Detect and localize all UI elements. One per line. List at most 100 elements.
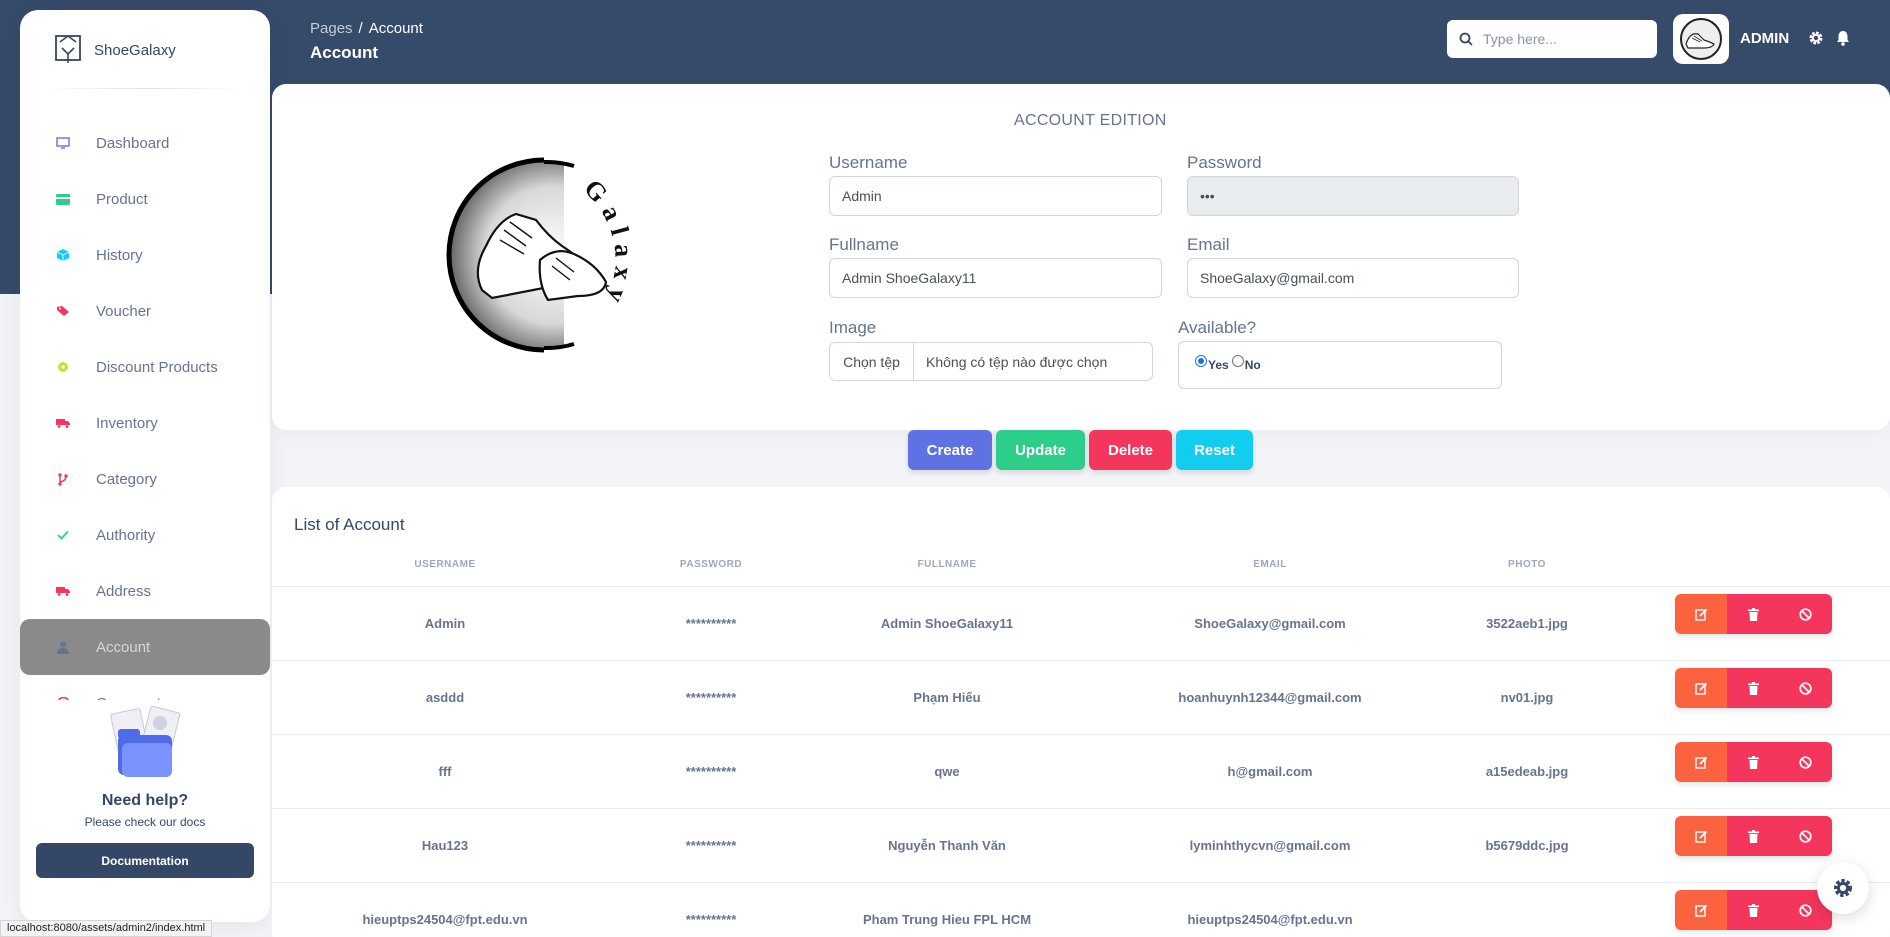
trash-icon: [1747, 829, 1759, 843]
sidebar-nav: Dashboard Product History Voucher Discount P…: [20, 115, 270, 705]
brand[interactable]: ShoeGalaxy: [54, 34, 176, 66]
edit-row-button[interactable]: [1675, 816, 1728, 856]
page-title: Account: [310, 43, 378, 62]
table-cell-password: **********: [685, 912, 737, 927]
column-header-username[interactable]: USERNAME: [414, 559, 475, 570]
row-action-group: [1675, 594, 1832, 634]
edit-row-button[interactable]: [1675, 668, 1728, 708]
disable-row-button[interactable]: [1779, 742, 1832, 782]
edit-row-button[interactable]: [1675, 594, 1728, 634]
edit-icon: [1694, 682, 1707, 695]
brand-logo-icon: [55, 35, 81, 63]
table-cell-email: ShoeGalaxy@gmail.com: [1194, 616, 1346, 631]
sidebar-item-dashboard[interactable]: Dashboard: [20, 115, 270, 171]
table-row-divider: [272, 882, 1890, 883]
search-icon: [1459, 32, 1473, 46]
create-button[interactable]: Create: [908, 430, 992, 470]
tag-icon: [52, 300, 74, 322]
available-yes-radio[interactable]: [1195, 355, 1207, 367]
ban-icon: [1799, 903, 1812, 917]
reset-button[interactable]: Reset: [1176, 430, 1253, 470]
password-input[interactable]: [1187, 176, 1519, 216]
monitor-icon: [52, 132, 74, 154]
table-cell-photo: a15edeab.jpg: [1485, 764, 1569, 779]
sidebar-item-label: Voucher: [96, 302, 152, 320]
email-input[interactable]: [1187, 258, 1519, 298]
sidebar-item-label: Authority: [96, 526, 156, 544]
table-cell-fullname: Pham Trung Hieu FPL HCM: [862, 912, 1032, 927]
row-action-group: [1675, 668, 1832, 708]
sidebar-item-product[interactable]: Product: [20, 171, 270, 227]
available-no-radio[interactable]: [1231, 355, 1244, 367]
help-card: Need help? Please check our docs Documen…: [20, 700, 270, 922]
circle-icon: [52, 356, 74, 378]
ban-icon: [1799, 755, 1812, 769]
branch-icon: [52, 468, 74, 490]
sidebar-item-voucher[interactable]: Voucher: [20, 283, 270, 339]
column-header-password[interactable]: PASSWORD: [680, 559, 742, 570]
sidebar-item-label: History: [96, 246, 143, 264]
delete-row-button[interactable]: [1727, 742, 1780, 782]
image-label: Image: [829, 318, 877, 337]
breadcrumb-separator: /: [358, 20, 363, 37]
sidebar-item-inventory[interactable]: Inventory: [20, 395, 270, 451]
row-action-group: [1675, 890, 1832, 930]
sidebar-item-discount-products[interactable]: Discount Products: [20, 339, 270, 395]
table-row-divider: [272, 586, 1890, 587]
sidebar-item-history[interactable]: History: [20, 227, 270, 283]
trash-icon: [1747, 903, 1759, 917]
username-input[interactable]: [829, 176, 1162, 216]
edit-icon: [1694, 756, 1707, 769]
sidebar-item-label: Dashboard: [96, 134, 170, 152]
edit-icon: [1694, 608, 1707, 621]
disable-row-button[interactable]: [1779, 668, 1832, 708]
breadcrumb: Pages / Account: [310, 20, 423, 37]
notification-bell-icon[interactable]: [1836, 30, 1850, 46]
sidebar-item-category[interactable]: Category: [20, 451, 270, 507]
edit-row-button[interactable]: [1675, 742, 1728, 782]
table-cell-photo: b5679ddc.jpg: [1485, 838, 1569, 853]
table-row-divider: [272, 660, 1890, 661]
help-title: Need help?: [101, 792, 189, 809]
delete-row-button[interactable]: [1727, 668, 1780, 708]
image-file-input[interactable]: Chọn tệp Không có tệp nào được chọn: [829, 342, 1153, 381]
cube-icon: [52, 244, 74, 266]
documentation-button[interactable]: Documentation: [36, 843, 254, 878]
file-name-text: Không có tệp nào được chọn: [926, 353, 1108, 370]
breadcrumb-parent[interactable]: Pages: [310, 20, 353, 37]
sidebar-item-authority[interactable]: Authority: [20, 507, 270, 563]
choose-file-button[interactable]: Chọn tệp: [830, 343, 914, 380]
column-header-photo[interactable]: PHOTO: [1508, 559, 1546, 570]
column-header-email[interactable]: EMAIL: [1253, 559, 1287, 570]
delete-row-button[interactable]: [1727, 890, 1780, 930]
table-cell-photo: 3522aeb1.jpg: [1486, 616, 1568, 631]
table-row-divider: [272, 808, 1890, 809]
user-name[interactable]: ADMIN: [1740, 30, 1789, 47]
sidebar-item-account[interactable]: Account: [20, 619, 270, 675]
available-label: Available?: [1178, 318, 1257, 337]
sidebar-item-address[interactable]: Address: [20, 563, 270, 619]
edit-row-button[interactable]: [1675, 890, 1728, 930]
column-header-fullname[interactable]: FULLNAME: [918, 559, 977, 570]
truck-icon: [52, 412, 74, 434]
table-cell-password: **********: [685, 690, 737, 705]
fullname-label: Fullname: [829, 235, 899, 254]
fullname-input[interactable]: [829, 258, 1162, 298]
sidebar-item-label: Inventory: [96, 414, 158, 432]
disable-row-button[interactable]: [1779, 594, 1832, 634]
table-cell-email: hieuptps24504@fpt.edu.vn: [1187, 912, 1353, 927]
configurator-button[interactable]: [1817, 862, 1869, 914]
avatar[interactable]: [1673, 14, 1729, 64]
search-input[interactable]: [1483, 31, 1633, 47]
delete-row-button[interactable]: [1727, 594, 1780, 634]
avatar-shoe-logo-icon: [1680, 18, 1722, 60]
settings-gear-icon[interactable]: [1808, 30, 1824, 46]
delete-button[interactable]: Delete: [1089, 430, 1172, 470]
disable-row-button[interactable]: [1779, 816, 1832, 856]
search-box[interactable]: [1447, 20, 1657, 58]
row-action-group: [1675, 816, 1832, 856]
delete-row-button[interactable]: [1727, 816, 1780, 856]
trash-icon: [1747, 755, 1759, 769]
folder-illustration-icon: [110, 705, 181, 777]
update-button[interactable]: Update: [996, 430, 1085, 470]
